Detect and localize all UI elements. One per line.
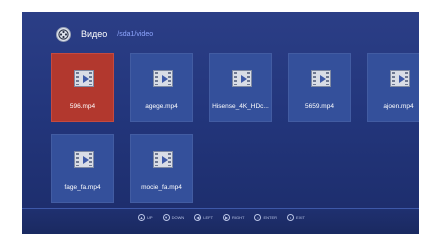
- file-name: ajoen.mp4: [383, 103, 414, 110]
- film-reel-icon: [56, 26, 71, 42]
- key-hint: ▼ DOWN: [162, 214, 185, 221]
- key-hint: ▲ UP: [138, 214, 153, 221]
- file-tile[interactable]: 5659.mp4: [288, 53, 351, 122]
- key-hint-label: RIGHT: [232, 215, 245, 220]
- key-hint-label: ENTER: [263, 215, 278, 220]
- key-hint: ◀ LEFT: [194, 214, 213, 221]
- file-tile[interactable]: Hisense_4K_HDc...: [209, 53, 272, 122]
- file-name: agege.mp4: [145, 103, 178, 110]
- video-file-icon: [311, 70, 331, 87]
- left-arrow-icon: ◀: [194, 214, 202, 221]
- video-file-icon: [74, 151, 94, 168]
- key-hint-label: DOWN: [171, 215, 185, 220]
- video-file-icon: [390, 70, 410, 87]
- file-tile[interactable]: agege.mp4: [130, 53, 193, 122]
- page-title: Видео: [81, 29, 108, 39]
- file-name: mocie_fa.mp4: [141, 184, 182, 191]
- key-hint: • EXIT: [287, 214, 305, 221]
- key-hints: ▲ UP ▼ DOWN ◀ LEFT ▶ RIGHT • ENTER • EXIT: [138, 214, 315, 221]
- key-hint: ▶ RIGHT: [223, 214, 244, 221]
- key-hint-label: EXIT: [296, 215, 305, 220]
- key-hint-label: LEFT: [203, 215, 214, 220]
- file-name: 5659.mp4: [305, 103, 334, 110]
- file-tile[interactable]: 596.mp4: [51, 53, 114, 122]
- video-file-icon: [232, 70, 252, 87]
- media-player-screen: Видео /sda1/video 596.mp4 agege.mp4 Hisens…: [22, 12, 419, 234]
- file-name: 596.mp4: [69, 103, 96, 110]
- file-tile[interactable]: fage_fa.mp4: [51, 134, 114, 203]
- key-hint-label: UP: [147, 215, 153, 220]
- enter-key-icon: •: [254, 214, 262, 221]
- breadcrumb: /sda1/video: [117, 30, 154, 38]
- exit-key-icon: •: [287, 214, 295, 221]
- key-hint: • ENTER: [254, 214, 277, 221]
- file-tile[interactable]: ajoen.mp4: [367, 53, 419, 122]
- footer-hint-bar: ▲ UP ▼ DOWN ◀ LEFT ▶ RIGHT • ENTER • EXIT: [22, 208, 419, 234]
- header: Видео /sda1/video: [56, 25, 153, 43]
- file-name: Hisense_4K_HDc...: [212, 103, 269, 110]
- video-file-icon: [74, 70, 94, 87]
- file-tile[interactable]: mocie_fa.mp4: [130, 134, 193, 203]
- up-arrow-icon: ▲: [138, 214, 145, 221]
- video-file-icon: [153, 70, 173, 87]
- right-arrow-icon: ▶: [223, 214, 231, 221]
- file-name: fage_fa.mp4: [64, 184, 101, 191]
- video-file-icon: [153, 151, 173, 168]
- down-arrow-icon: ▼: [162, 214, 170, 221]
